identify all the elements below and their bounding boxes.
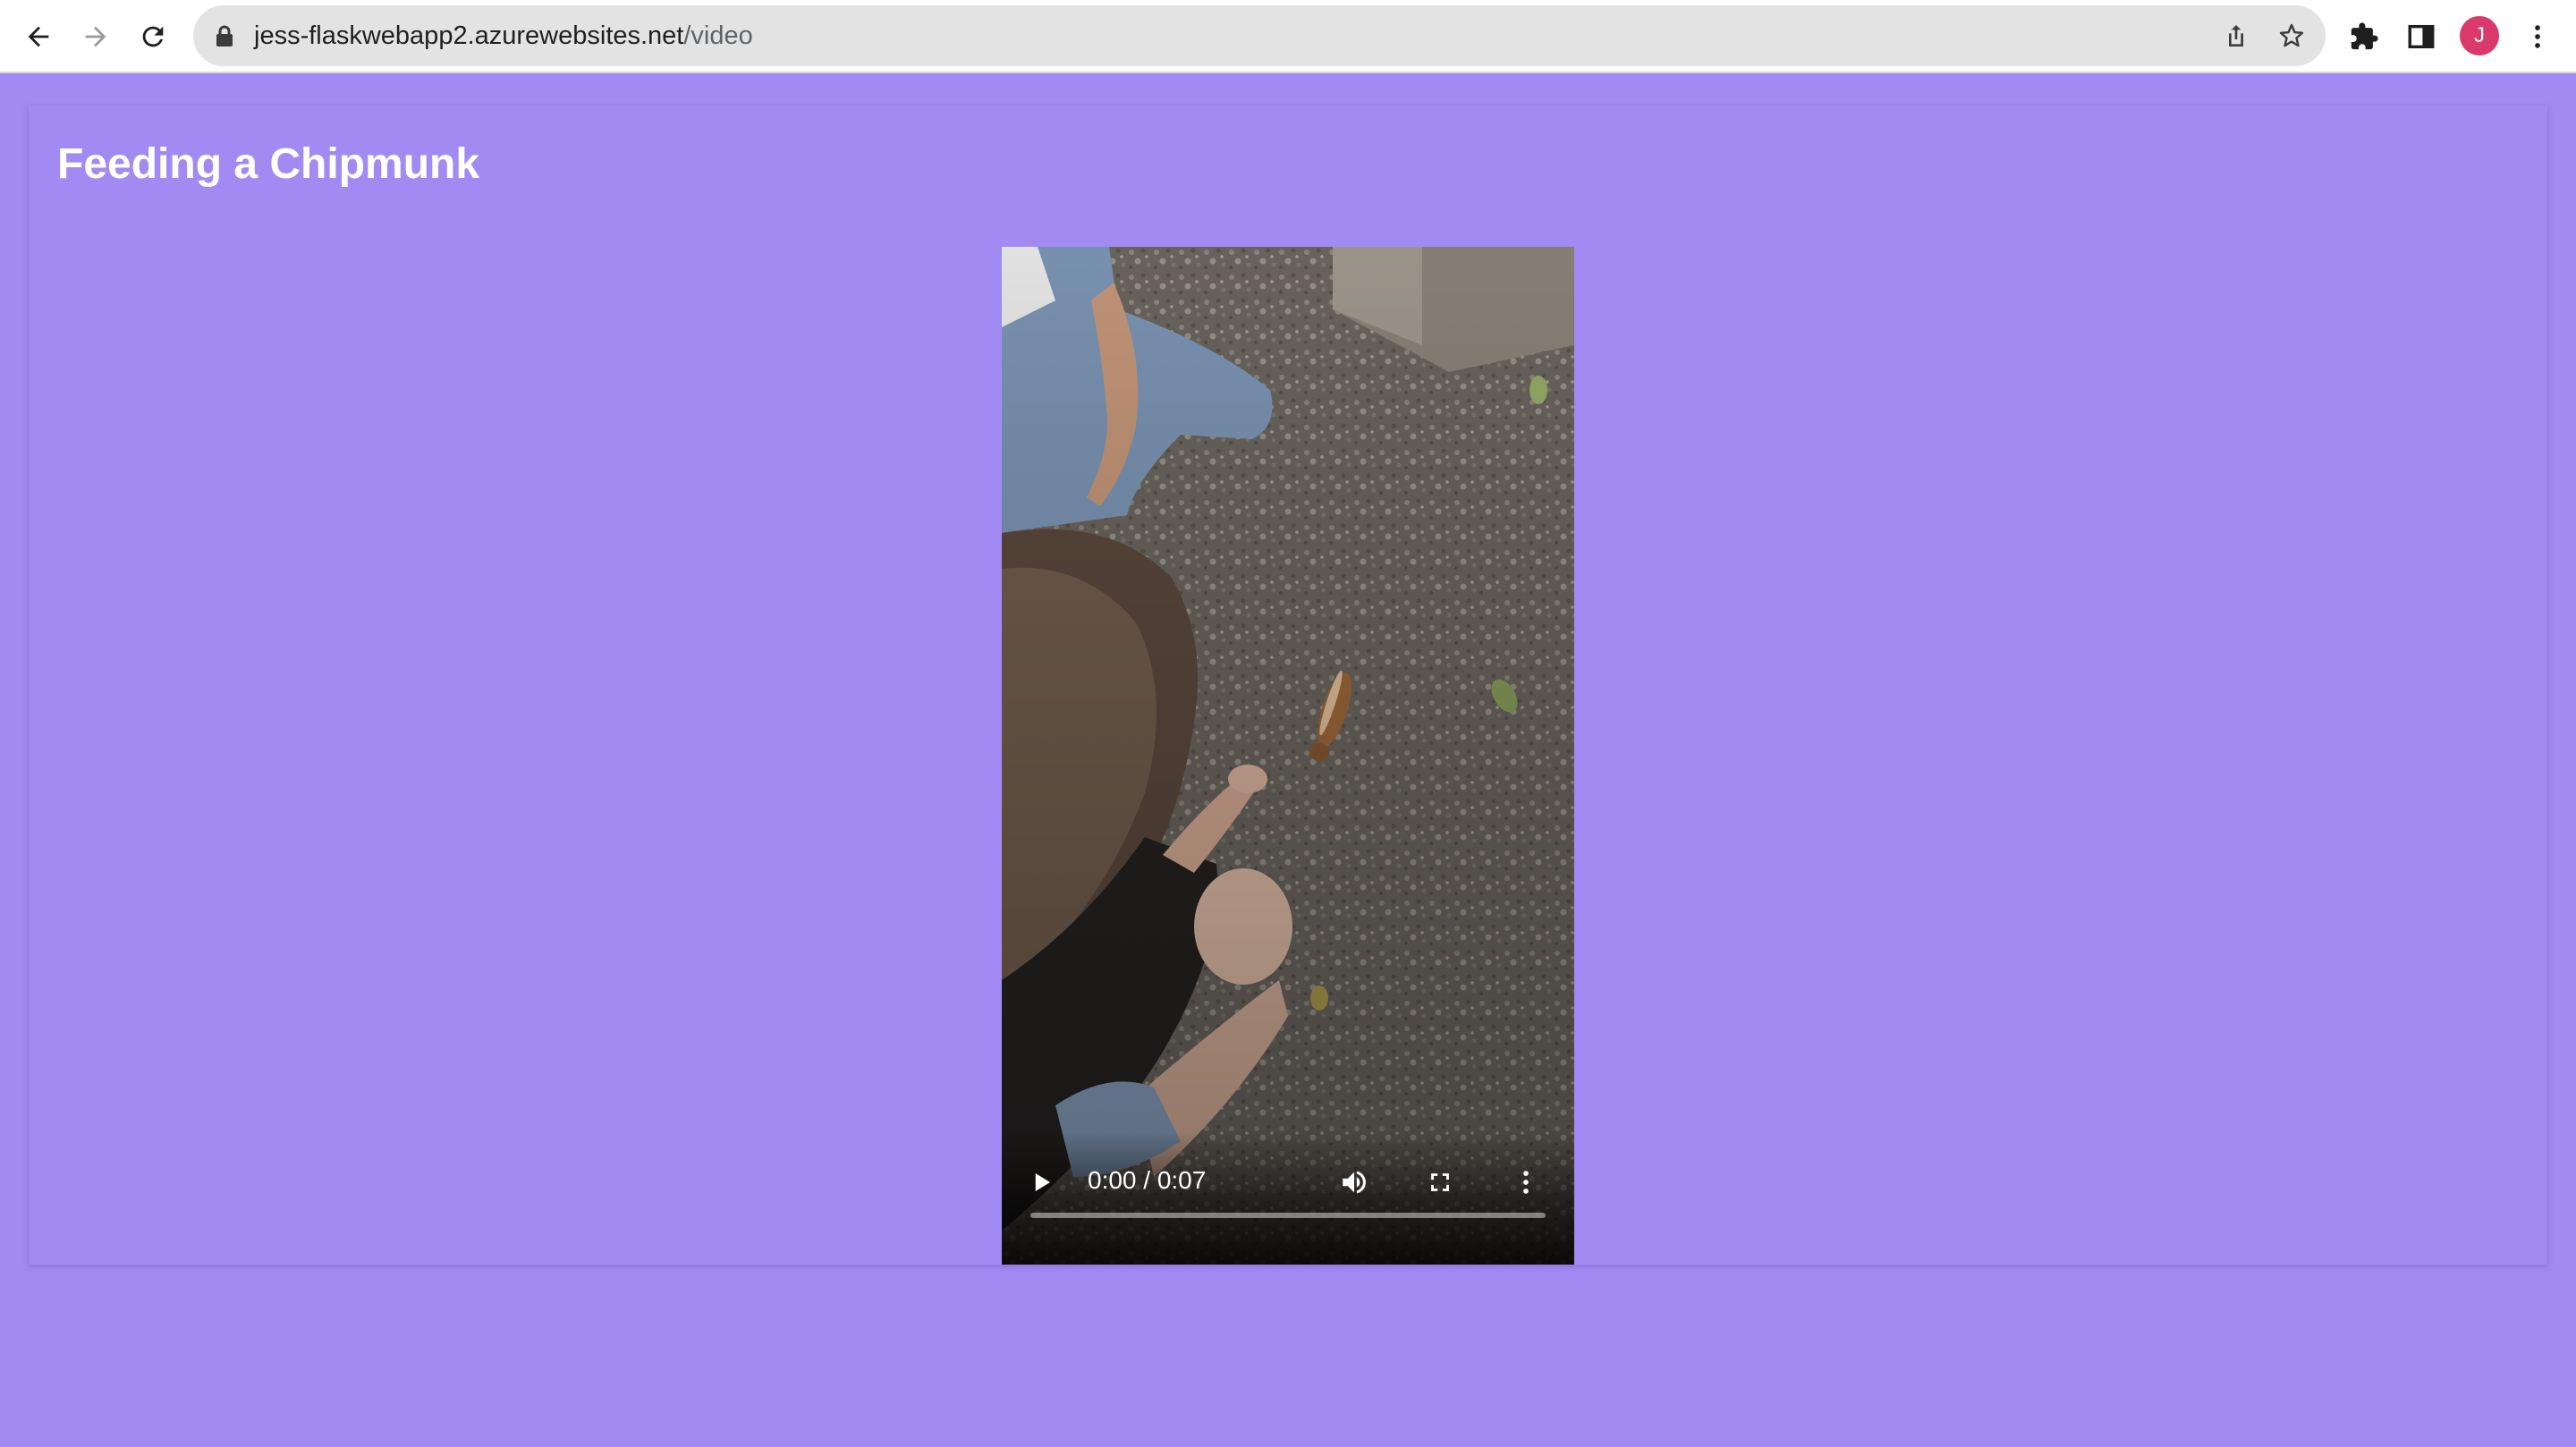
more-options-button[interactable] <box>1504 1161 1547 1204</box>
fullscreen-icon <box>1431 1173 1449 1191</box>
reload-button[interactable] <box>131 14 175 59</box>
fullscreen-button[interactable] <box>1419 1161 1462 1204</box>
volume-icon <box>1343 1171 1366 1194</box>
kebab-menu-icon <box>2535 25 2540 48</box>
video-controls: 0:00 / 0:07 <box>1002 1130 1574 1265</box>
browser-toolbar: jess-flaskwebapp2.azurewebsites.net/vide… <box>0 0 2576 73</box>
forward-button[interactable] <box>73 14 118 59</box>
video-frame <box>1002 247 1574 1265</box>
side-panel-button[interactable] <box>2399 14 2444 59</box>
browser-menu-button[interactable] <box>2515 14 2560 59</box>
share-icon <box>2229 25 2243 47</box>
forward-arrow-icon <box>85 26 106 47</box>
bookmark-button[interactable] <box>2274 18 2309 54</box>
progress-bar[interactable] <box>1030 1213 1546 1218</box>
reload-icon <box>142 26 164 47</box>
back-arrow-icon <box>28 26 49 47</box>
play-icon <box>1035 1173 1050 1191</box>
side-panel-icon <box>2408 24 2435 49</box>
url-path: /video <box>683 21 753 50</box>
back-button[interactable] <box>16 14 61 59</box>
puzzle-icon <box>2351 22 2378 50</box>
video-player[interactable]: 0:00 / 0:07 <box>1002 247 1574 1265</box>
more-options-icon <box>1523 1171 1529 1194</box>
address-bar[interactable]: jess-flaskwebapp2.azurewebsites.net/vide… <box>193 5 2326 66</box>
url-text[interactable]: jess-flaskwebapp2.azurewebsites.net/vide… <box>254 5 753 66</box>
play-button[interactable] <box>1020 1161 1063 1204</box>
lock-icon <box>216 25 233 47</box>
page-title: Feeding a Chipmunk <box>57 140 480 188</box>
extensions-button[interactable] <box>2342 14 2386 59</box>
time-display: 0:00 / 0:07 <box>1088 1166 1207 1194</box>
url-host: jess-flaskwebapp2.azurewebsites.net <box>254 21 684 50</box>
profile-avatar[interactable]: J <box>2460 16 2499 55</box>
star-icon <box>2279 23 2304 47</box>
share-button[interactable] <box>2218 18 2254 54</box>
volume-button[interactable] <box>1333 1161 1376 1204</box>
